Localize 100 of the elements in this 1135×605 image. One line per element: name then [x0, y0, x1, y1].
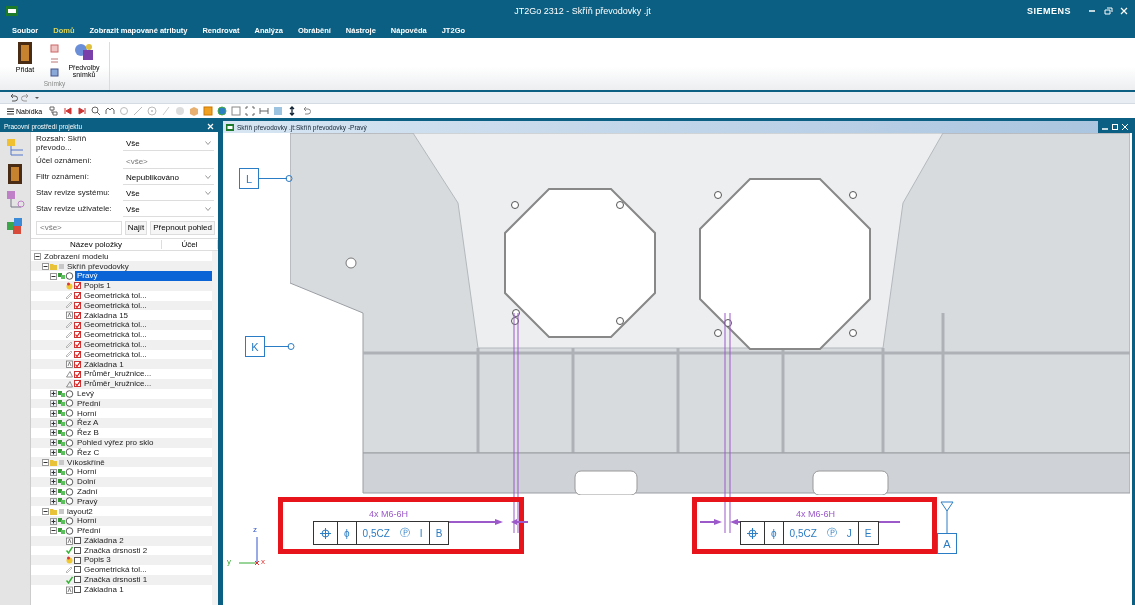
- tree-item[interactable]: Řez C: [75, 447, 102, 458]
- image-icon: [50, 44, 59, 53]
- checkbox[interactable]: [74, 331, 81, 339]
- fit-icon[interactable]: [245, 106, 256, 116]
- checkbox[interactable]: [74, 546, 81, 554]
- expander-icon[interactable]: [50, 272, 57, 280]
- search-field[interactable]: <vše>: [36, 220, 122, 235]
- tree-item[interactable]: Zobrazení modelu: [42, 251, 111, 262]
- checkbox[interactable]: [74, 566, 81, 574]
- hierarchy-icon[interactable]: [49, 106, 60, 116]
- leader-line: [265, 343, 295, 350]
- tree-item[interactable]: Dolní: [75, 477, 98, 487]
- datum-label: K: [245, 336, 265, 357]
- tree-item[interactable]: Popis 1: [82, 281, 113, 291]
- checkbox[interactable]: [74, 321, 81, 329]
- app-logo-icon: [226, 123, 234, 131]
- width-icon[interactable]: [259, 106, 270, 116]
- tree-item[interactable]: Horní: [75, 408, 99, 418]
- column-header[interactable]: Účel: [162, 239, 218, 249]
- expander-icon[interactable]: [50, 399, 57, 407]
- expander-icon[interactable]: [50, 497, 57, 505]
- checkbox[interactable]: [74, 586, 81, 594]
- close-icon: [207, 123, 214, 130]
- expander-icon[interactable]: [42, 262, 49, 270]
- expander-icon[interactable]: [34, 253, 41, 260]
- checkbox[interactable]: [74, 282, 81, 290]
- tree-item[interactable]: Řez A: [75, 418, 101, 428]
- expander-icon[interactable]: [50, 448, 57, 456]
- tree-item[interactable]: Geometrická tol...: [82, 349, 149, 360]
- tolerance-value: Ⓟ: [826, 526, 837, 540]
- expander-icon[interactable]: [50, 488, 57, 496]
- tree-item[interactable]: Přední: [75, 398, 103, 409]
- colored-shapes-icon: [73, 42, 95, 62]
- checkbox[interactable]: [74, 301, 81, 309]
- tree-item[interactable]: layout2: [65, 506, 95, 516]
- checkbox[interactable]: [74, 576, 81, 584]
- tolerance-value: Ⓟ: [399, 526, 410, 540]
- expander-icon[interactable]: [50, 390, 57, 398]
- checkbox[interactable]: [74, 360, 81, 368]
- checkbox[interactable]: [74, 341, 81, 349]
- tree-item[interactable]: Pravý: [75, 496, 100, 507]
- tree-item[interactable]: Levý: [75, 388, 96, 399]
- tree-item[interactable]: Základna 1: [82, 584, 126, 595]
- leader-line: [259, 175, 293, 182]
- first-icon[interactable]: [63, 106, 74, 116]
- menu-icon: [7, 107, 14, 115]
- tree-item[interactable]: Řez B: [75, 428, 101, 438]
- checkbox[interactable]: [74, 311, 81, 319]
- tree-item[interactable]: Popis 3: [82, 555, 113, 565]
- close-icon: [1122, 124, 1128, 130]
- last-icon[interactable]: [77, 106, 88, 116]
- tree-item[interactable]: Horní: [75, 516, 99, 526]
- expander-icon[interactable]: [50, 439, 57, 447]
- expander-icon[interactable]: [42, 458, 49, 466]
- checkbox[interactable]: [74, 556, 81, 564]
- checkbox[interactable]: [74, 380, 81, 388]
- expander-icon[interactable]: [50, 478, 57, 486]
- folder-icon: [50, 507, 64, 516]
- folder-icon: [50, 458, 64, 467]
- tree-item[interactable]: Horní: [75, 467, 99, 477]
- globe-icon[interactable]: [217, 106, 228, 116]
- position-symbol-icon: [747, 527, 758, 539]
- expander-icon[interactable]: [50, 419, 57, 427]
- checkbox[interactable]: [74, 350, 81, 358]
- filter-dropdown[interactable]: Nepublikováno: [123, 170, 214, 185]
- expander-icon[interactable]: [50, 468, 57, 476]
- note-icon: [66, 556, 73, 565]
- zoom-icon[interactable]: [91, 106, 102, 116]
- axis-label: y: [227, 557, 231, 566]
- tree-item[interactable]: Průměr_kružnice...: [82, 369, 154, 379]
- checkbox[interactable]: [74, 537, 81, 545]
- tree-item[interactable]: Geometrická tol...: [82, 565, 149, 575]
- tree-item[interactable]: Značka drsnosti 2: [82, 545, 150, 556]
- position-symbol-icon: [320, 527, 331, 539]
- tree-item[interactable]: Geometrická tol...: [82, 290, 149, 301]
- tree-item[interactable]: Pravý: [75, 271, 212, 281]
- pencil-icon: [66, 566, 73, 574]
- column-header[interactable]: Název položky: [31, 239, 162, 249]
- filter-dropdown[interactable]: Vše: [123, 136, 214, 151]
- filter-dropdown[interactable]: Vše: [123, 202, 214, 217]
- expander-icon[interactable]: [50, 429, 57, 437]
- expander-icon[interactable]: [50, 409, 57, 417]
- tree-item[interactable]: Geometrická tol...: [82, 330, 149, 340]
- tree-item[interactable]: Zadní: [75, 486, 100, 497]
- app-logo-icon: [6, 6, 18, 16]
- folder-icon: [50, 262, 64, 271]
- expander-icon[interactable]: [50, 517, 57, 525]
- switch-view-button[interactable]: Přepnout pohled: [150, 220, 215, 235]
- find-button[interactable]: Najít: [124, 220, 148, 235]
- check-mark-icon: [66, 575, 73, 584]
- colored-cubes-icon: [5, 216, 25, 236]
- tolerance-value: B: [435, 527, 443, 539]
- checkbox[interactable]: [74, 292, 81, 300]
- tree-item[interactable]: Základna 15: [82, 310, 131, 320]
- expander-icon[interactable]: [50, 527, 57, 535]
- expander-icon[interactable]: [42, 507, 49, 515]
- axis-label: x: [261, 557, 265, 566]
- filter-dropdown[interactable]: Vše: [123, 186, 214, 201]
- tree-item[interactable]: Přední: [75, 526, 103, 536]
- checkbox[interactable]: [74, 370, 81, 378]
